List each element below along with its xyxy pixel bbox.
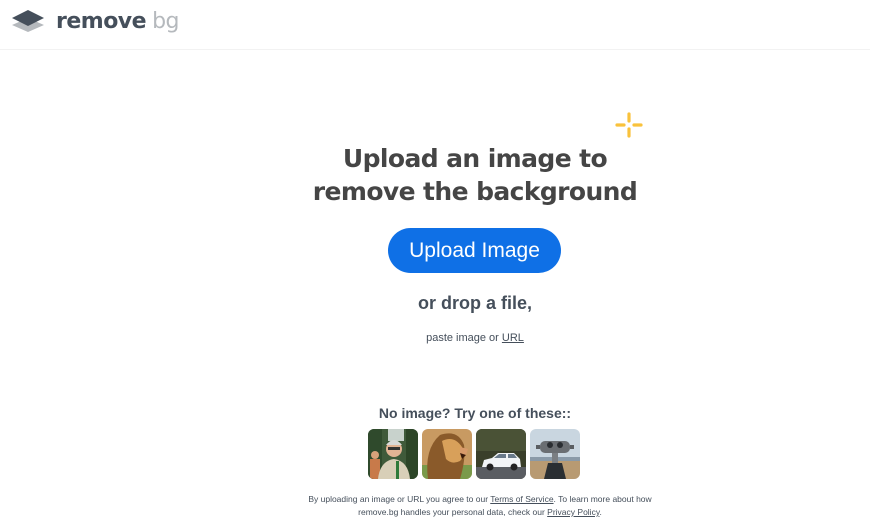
sample-thumbnail-lion[interactable] bbox=[422, 429, 472, 479]
upload-image-button[interactable]: Upload Image bbox=[388, 228, 561, 273]
binoculars-thumbnail-icon bbox=[530, 429, 580, 479]
legal-text-1: By uploading an image or URL you agree t… bbox=[308, 494, 491, 504]
samples-title: No image? Try one of these:: bbox=[378, 405, 572, 421]
url-link[interactable]: URL bbox=[502, 332, 524, 344]
layers-logo-icon bbox=[12, 10, 44, 32]
page-title-line-1: Upload an image to bbox=[342, 144, 608, 173]
sample-thumbnail-car[interactable] bbox=[476, 429, 526, 479]
logo[interactable]: remove bg bbox=[10, 8, 180, 36]
logo-text: remove bg bbox=[56, 8, 180, 36]
sample-thumbnails bbox=[368, 429, 580, 479]
legal-notice: By uploading an image or URL you agree t… bbox=[290, 493, 670, 519]
legal-text-3: . bbox=[599, 507, 602, 517]
sample-thumbnail-person[interactable] bbox=[368, 429, 418, 479]
paste-hint-text: paste image or bbox=[426, 332, 502, 344]
terms-of-service-link[interactable]: Terms of Service bbox=[490, 494, 553, 504]
logo-word-remove: remove bbox=[56, 9, 147, 34]
sample-thumbnail-binoculars[interactable] bbox=[530, 429, 580, 479]
sparkle-icon bbox=[615, 112, 643, 138]
paste-hint: paste image or URL bbox=[340, 331, 610, 345]
car-thumbnail-icon bbox=[476, 429, 526, 479]
header: remove bg bbox=[0, 0, 870, 50]
logo-word-bg: bg bbox=[152, 9, 180, 34]
lion-thumbnail-icon bbox=[422, 429, 472, 479]
privacy-policy-link[interactable]: Privacy Policy bbox=[547, 507, 599, 517]
page-title-line-2: remove the background bbox=[312, 177, 638, 206]
person-thumbnail-icon bbox=[368, 429, 418, 479]
drop-file-text: or drop a file, bbox=[417, 293, 532, 313]
page-title: Upload an image to remove the background bbox=[280, 142, 670, 208]
